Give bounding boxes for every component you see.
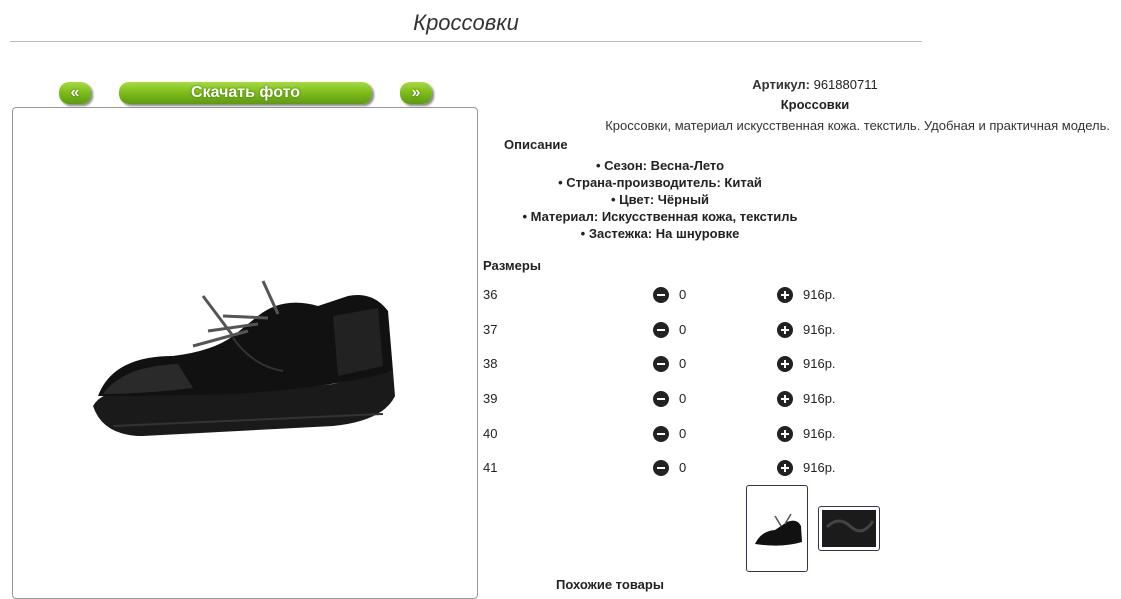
- next-photo-button[interactable]: »: [400, 82, 432, 104]
- plus-icon[interactable]: [777, 322, 793, 338]
- plus-icon[interactable]: [777, 391, 793, 407]
- article-value: 961880711: [813, 77, 878, 92]
- size-value: 38: [483, 356, 498, 371]
- size-row: 41 0 916р.: [483, 458, 883, 478]
- size-row: 39 0 916р.: [483, 389, 883, 409]
- title-divider: [10, 41, 922, 42]
- size-value: 36: [483, 287, 498, 302]
- price-value: 916р.: [803, 426, 836, 441]
- size-row: 37 0 916р.: [483, 320, 883, 340]
- photo-thumbnail[interactable]: [818, 506, 880, 551]
- plus-icon[interactable]: [777, 287, 793, 303]
- quantity-value: 0: [679, 391, 687, 406]
- product-description: Кроссовки, материал искусственная кожа. …: [605, 118, 1110, 133]
- spec-item: Материал: Искусственная кожа, текстиль: [480, 208, 840, 225]
- size-value: 41: [483, 460, 498, 475]
- quantity-value: 0: [679, 287, 687, 302]
- minus-icon[interactable]: [653, 426, 669, 442]
- thumbnail-detail-image: [822, 510, 876, 547]
- product-photo: [93, 280, 395, 436]
- price-value: 916р.: [803, 460, 836, 475]
- size-value: 40: [483, 426, 498, 441]
- photo-thumbnail[interactable]: [746, 485, 808, 572]
- product-name: Кроссовки: [780, 97, 850, 112]
- minus-icon[interactable]: [653, 322, 669, 338]
- thumbnail-shoe-image: [755, 513, 802, 546]
- sizes-heading: Размеры: [483, 258, 541, 273]
- price-value: 916р.: [803, 322, 836, 337]
- size-value: 37: [483, 322, 498, 337]
- size-value: 39: [483, 391, 498, 406]
- minus-icon[interactable]: [653, 391, 669, 407]
- price-value: 916р.: [803, 391, 836, 406]
- spec-item: Страна-производитель: Китай: [480, 174, 840, 191]
- description-heading: Описание: [504, 137, 568, 152]
- minus-icon[interactable]: [653, 287, 669, 303]
- minus-icon[interactable]: [653, 460, 669, 476]
- quantity-value: 0: [679, 356, 687, 371]
- spec-list: Сезон: Весна-Лето Страна-производитель: …: [480, 157, 840, 242]
- article-line: Артикул: 961880711: [700, 77, 930, 92]
- size-row: 38 0 916р.: [483, 354, 883, 374]
- spec-item: Сезон: Весна-Лето: [480, 157, 840, 174]
- price-value: 916р.: [803, 356, 836, 371]
- page-title: Кроссовки: [413, 10, 519, 35]
- similar-products-heading: Похожие товары: [556, 577, 664, 592]
- price-value: 916р.: [803, 287, 836, 302]
- plus-icon[interactable]: [777, 460, 793, 476]
- spec-item: Цвет: Чёрный: [480, 191, 840, 208]
- spec-item: Застежка: На шнуровке: [480, 225, 840, 242]
- minus-icon[interactable]: [653, 356, 669, 372]
- quantity-value: 0: [679, 426, 687, 441]
- size-row: 40 0 916р.: [483, 424, 883, 444]
- plus-icon[interactable]: [777, 356, 793, 372]
- main-photo-frame: [12, 107, 478, 599]
- article-label: Артикул:: [752, 77, 810, 92]
- plus-icon[interactable]: [777, 426, 793, 442]
- quantity-value: 0: [679, 322, 687, 337]
- download-photo-button[interactable]: Скачать фото: [119, 82, 372, 104]
- prev-photo-button[interactable]: «: [59, 82, 91, 104]
- size-row: 36 0 916р.: [483, 285, 883, 305]
- quantity-value: 0: [679, 460, 687, 475]
